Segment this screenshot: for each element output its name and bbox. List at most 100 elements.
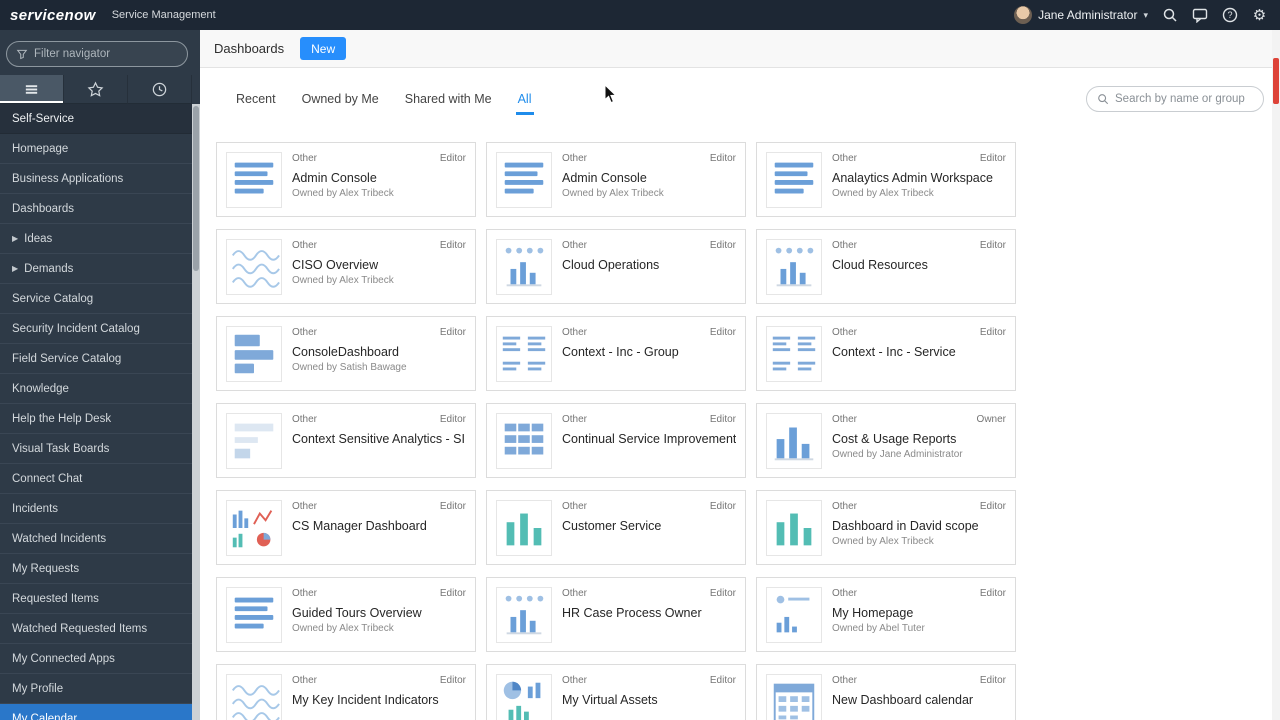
card-title: Cloud Resources xyxy=(832,258,928,272)
sidebar-section-self-service[interactable]: Self-Service xyxy=(0,104,192,134)
card-body: Other Editor New Dashboard calendar xyxy=(832,674,1006,720)
sidebar-item-label: My Connected Apps xyxy=(12,652,115,665)
sidebar-item-my-profile[interactable]: My Profile xyxy=(0,674,192,704)
chat-icon[interactable] xyxy=(1191,7,1208,24)
sidebar-item-requested-items[interactable]: Requested Items xyxy=(0,584,192,614)
dashboard-card-consoledashboard[interactable]: Other Editor ConsoleDashboard Owned by Sati… xyxy=(216,316,476,391)
sidebar-item-my-connected-apps[interactable]: My Connected Apps xyxy=(0,644,192,674)
dashboard-card-ciso-overview[interactable]: Other Editor CISO Overview Owned by Alex Tr… xyxy=(216,229,476,304)
page-header: Dashboards New xyxy=(200,30,1280,68)
tab-owned-by-me[interactable]: Owned by Me xyxy=(300,83,381,115)
card-role: Editor xyxy=(709,327,736,338)
dashboard-card-new-dashboard-calendar[interactable]: Other Editor New Dashboard calendar xyxy=(756,664,1016,720)
sidebar-item-ideas[interactable]: ▶ Ideas xyxy=(0,224,192,254)
dashboard-card-cloud-operations[interactable]: Other Editor Cloud Operations xyxy=(486,229,746,304)
dashboard-card-cs-manager-dashboard[interactable]: Other Editor CS Manager Dashboard xyxy=(216,490,476,565)
dashboard-card-admin-console[interactable]: Other Editor Admin Console Owned by Alex Tr… xyxy=(486,142,746,217)
card-title: Guided Tours Overview xyxy=(292,606,422,620)
dashboard-card-guided-tours-overview[interactable]: Other Editor Guided Tours Overview Owned by… xyxy=(216,577,476,652)
sidebar-item-connect-chat[interactable]: Connect Chat xyxy=(0,464,192,494)
card-body: Other Editor Analaytics Admin Workspace Own… xyxy=(832,152,1006,207)
new-dashboard-button[interactable]: New xyxy=(300,37,347,60)
sidebar-item-field-service-catalog[interactable]: Field Service Catalog xyxy=(0,344,192,374)
card-role: Editor xyxy=(979,588,1006,599)
dashboard-card-cost-usage-reports[interactable]: Other Owner Cost & Usage Reports Owned by J… xyxy=(756,403,1016,478)
dashboard-card-hr-case-process-owner[interactable]: Other Editor HR Case Process Owner xyxy=(486,577,746,652)
sidebar-item-incidents[interactable]: Incidents xyxy=(0,494,192,524)
card-body: Other Editor Guided Tours Overview Owned by… xyxy=(292,587,466,642)
sidebar-item-label: Demands xyxy=(24,262,74,275)
dashboard-card-admin-console[interactable]: Other Editor Admin Console Owned by Alex Tr… xyxy=(216,142,476,217)
sidebar-item-label: Connect Chat xyxy=(12,472,83,485)
dashboard-card-my-key-incident-indicators[interactable]: Other Editor My Key Incident Indicators xyxy=(216,664,476,720)
sidebar-item-service-catalog[interactable]: Service Catalog xyxy=(0,284,192,314)
card-meta: Other Editor xyxy=(832,588,1006,599)
card-owner: Owned by Alex Tribeck xyxy=(292,275,394,286)
tab-favorites[interactable] xyxy=(64,75,128,104)
sidebar-item-my-calendar[interactable]: My Calendar xyxy=(0,704,192,720)
card-role: Editor xyxy=(709,675,736,686)
sidebar-item-my-requests[interactable]: My Requests xyxy=(0,554,192,584)
sidebar-item-label: Ideas xyxy=(24,232,53,245)
sidebar-item-security-incident-catalog[interactable]: Security Incident Catalog xyxy=(0,314,192,344)
sidebar-item-label: Incidents xyxy=(12,502,59,515)
gear-icon[interactable]: ⚙ xyxy=(1251,7,1268,24)
dashboard-card-context-inc-group[interactable]: Other Editor Context - Inc - Group xyxy=(486,316,746,391)
card-owner: Owned by Alex Tribeck xyxy=(832,536,934,547)
card-category: Other xyxy=(832,588,858,599)
tab-history[interactable] xyxy=(128,75,192,104)
servicenow-logo[interactable]: servicenow xyxy=(10,7,96,24)
card-meta: Other Editor xyxy=(832,327,1006,338)
sidebar-item-watched-incidents[interactable]: Watched Incidents xyxy=(0,524,192,554)
bars-teal-thumbnail-icon xyxy=(496,500,552,556)
card-category: Other xyxy=(832,414,858,425)
tab-all[interactable]: All xyxy=(515,83,534,115)
sidebar-item-help-the-help-desk[interactable]: Help the Help Desk xyxy=(0,404,192,434)
card-owner: Owned by Abel Tuter xyxy=(832,623,925,634)
stripes-thumbnail-icon xyxy=(496,152,552,208)
card-title: CS Manager Dashboard xyxy=(292,519,427,533)
dashboard-card-cloud-resources[interactable]: Other Editor Cloud Resources xyxy=(756,229,1016,304)
sidebar-scrollbar[interactable] xyxy=(192,104,200,720)
card-meta: Other Editor xyxy=(562,414,736,425)
dashboard-card-my-virtual-assets[interactable]: Other Editor My Virtual Assets xyxy=(486,664,746,720)
dashboard-card-customer-service[interactable]: Other Editor Customer Service xyxy=(486,490,746,565)
dashboard-search[interactable] xyxy=(1086,86,1264,112)
card-category: Other xyxy=(292,414,318,425)
card-body: Other Editor Continual Service Improvement xyxy=(562,413,736,468)
sidebar-item-label: Homepage xyxy=(12,142,69,155)
sidebar-item-knowledge[interactable]: Knowledge xyxy=(0,374,192,404)
filter-navigator xyxy=(6,41,188,67)
sidebar-item-demands[interactable]: ▶ Demands xyxy=(0,254,192,284)
dashboard-card-continual-service-improvement[interactable]: Other Editor Continual Service Improvement xyxy=(486,403,746,478)
card-body: Other Editor My Virtual Assets xyxy=(562,674,736,720)
pie-bars-thumbnail-icon xyxy=(496,674,552,720)
tab-all-applications[interactable] xyxy=(0,75,64,104)
sidebar-scrollbar-thumb[interactable] xyxy=(193,106,199,271)
card-title: Admin Console xyxy=(292,171,377,185)
sidebar-item-watched-requested-items[interactable]: Watched Requested Items xyxy=(0,614,192,644)
user-menu[interactable]: Jane Administrator ▾ xyxy=(1014,6,1148,24)
search-icon[interactable] xyxy=(1161,7,1178,24)
help-icon[interactable]: ? xyxy=(1221,7,1238,24)
dashboard-search-input[interactable] xyxy=(1115,93,1253,105)
topbar: servicenow Service Management Jane Admin… xyxy=(0,0,1280,30)
sidebar-item-business-applications[interactable]: Business Applications xyxy=(0,164,192,194)
main-scrollbar-thumb[interactable] xyxy=(1273,58,1279,104)
card-body: Other Owner Cost & Usage Reports Owned by J… xyxy=(832,413,1006,468)
dashboard-card-context-sensitive-analytics-si[interactable]: Other Editor Context Sensitive Analytics -… xyxy=(216,403,476,478)
filter-navigator-input[interactable] xyxy=(34,48,178,60)
tab-recent[interactable]: Recent xyxy=(234,83,278,115)
dots-bars-thumbnail-icon xyxy=(496,587,552,643)
sidebar-item-visual-task-boards[interactable]: Visual Task Boards xyxy=(0,434,192,464)
dashboard-card-dashboard-in-david-scope[interactable]: Other Editor Dashboard in David scope Owned… xyxy=(756,490,1016,565)
sidebar-item-dashboards[interactable]: Dashboards xyxy=(0,194,192,224)
card-category: Other xyxy=(832,240,858,251)
dashboard-card-analaytics-admin-workspace[interactable]: Other Editor Analaytics Admin Workspace Own… xyxy=(756,142,1016,217)
tab-shared-with-me[interactable]: Shared with Me xyxy=(403,83,494,115)
dashboard-card-my-homepage[interactable]: Other Editor My Homepage Owned by Abel Tute… xyxy=(756,577,1016,652)
bars-thumbnail-icon xyxy=(766,413,822,469)
main-scrollbar[interactable] xyxy=(1272,30,1280,720)
dashboard-card-context-inc-service[interactable]: Other Editor Context - Inc - Service xyxy=(756,316,1016,391)
sidebar-item-homepage[interactable]: Homepage xyxy=(0,134,192,164)
